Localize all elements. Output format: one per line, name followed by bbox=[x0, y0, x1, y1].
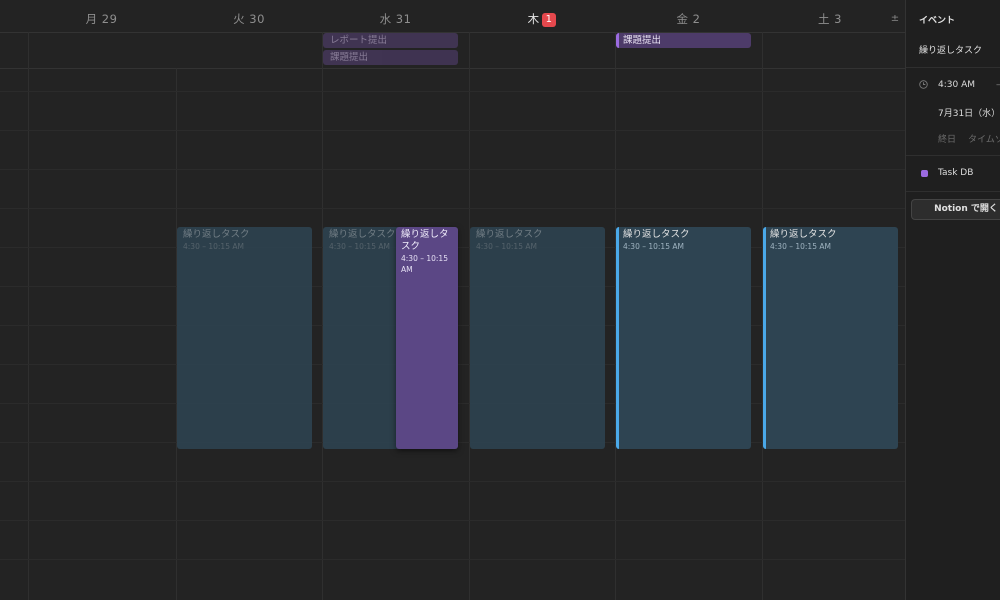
event-title: 繰り返しタスク bbox=[183, 229, 250, 240]
hour-line bbox=[0, 169, 905, 170]
event-block-tue[interactable]: 繰り返しタスク 4:30 – 10:15 AM bbox=[177, 227, 312, 449]
event-block-selected[interactable]: 繰り返しタスク 4:30 – 10:15 AM bbox=[396, 227, 458, 449]
allday-event-assignment-fri[interactable]: 課題提出 bbox=[616, 33, 751, 48]
time-range-dash: – bbox=[996, 80, 1000, 90]
database-label[interactable]: Task DB bbox=[938, 168, 973, 178]
day-header-sat[interactable]: 土 3 bbox=[762, 0, 898, 32]
hour-line bbox=[0, 481, 905, 482]
event-title: 繰り返しタスク bbox=[623, 229, 690, 240]
allday-toggle[interactable]: 終日 bbox=[938, 132, 956, 145]
event-time: 4:30 – 10:15 AM bbox=[770, 242, 831, 251]
timezone-toggle[interactable]: タイムゾ bbox=[968, 132, 1000, 145]
day-header-row: 月 29 火 30 水 31 木1 金 2 土 3 ± bbox=[0, 0, 905, 33]
hour-line bbox=[0, 208, 905, 209]
hour-line bbox=[0, 91, 905, 92]
event-block-thu[interactable]: 繰り返しタスク 4:30 – 10:15 AM bbox=[470, 227, 605, 449]
event-time: 4:30 – 10:15 AM bbox=[476, 242, 537, 251]
today-badge: 1 bbox=[541, 13, 557, 27]
hour-line bbox=[0, 559, 905, 560]
open-in-notion-button[interactable]: Notion で開く bbox=[911, 199, 1000, 220]
day-header-thu[interactable]: 木1 bbox=[469, 0, 615, 32]
allday-event-assignment-wed[interactable]: 課題提出 bbox=[323, 50, 458, 65]
event-detail-panel: イベント 繰り返しタスク 4:30 AM – 7月31日（水） 終日 タイムゾ … bbox=[905, 0, 1000, 600]
day-header-wed[interactable]: 水 31 bbox=[322, 0, 469, 32]
event-title: 繰り返しタスク bbox=[770, 229, 837, 240]
divider bbox=[906, 155, 1000, 156]
collapse-allday-icon[interactable]: ± bbox=[888, 12, 902, 26]
day-header-tue[interactable]: 火 30 bbox=[176, 0, 322, 32]
event-title: 繰り返しタスク bbox=[401, 229, 449, 252]
start-time-field[interactable]: 4:30 AM bbox=[938, 80, 975, 90]
database-color-icon bbox=[921, 170, 928, 177]
allday-event-report[interactable]: レポート提出 bbox=[323, 33, 458, 48]
event-time: 4:30 – 10:15 AM bbox=[623, 242, 684, 251]
hour-line bbox=[0, 130, 905, 131]
hour-line bbox=[0, 520, 905, 521]
event-title: 繰り返しタスク bbox=[476, 229, 543, 240]
day-header-mon[interactable]: 月 29 bbox=[28, 0, 175, 32]
event-block-sat[interactable]: 繰り返しタスク 4:30 – 10:15 AM bbox=[763, 227, 898, 449]
divider bbox=[906, 67, 1000, 68]
day-header-thu-label: 木 bbox=[527, 12, 540, 26]
event-block-fri[interactable]: 繰り返しタスク 4:30 – 10:15 AM bbox=[616, 227, 751, 449]
clock-icon bbox=[919, 80, 928, 89]
day-header-fri[interactable]: 金 2 bbox=[615, 0, 762, 32]
date-field[interactable]: 7月31日（水） bbox=[938, 106, 1000, 119]
event-title-field[interactable]: 繰り返しタスク bbox=[919, 43, 982, 56]
event-time: 4:30 – 10:15 AM bbox=[183, 242, 244, 251]
panel-header: イベント bbox=[919, 16, 956, 26]
calendar-grid: 月 29 火 30 水 31 木1 金 2 土 3 ± レポート提出 課題提出 … bbox=[0, 0, 905, 600]
event-time: 4:30 – 10:15 AM bbox=[401, 254, 448, 274]
column-divider bbox=[28, 32, 29, 600]
divider bbox=[906, 191, 1000, 192]
